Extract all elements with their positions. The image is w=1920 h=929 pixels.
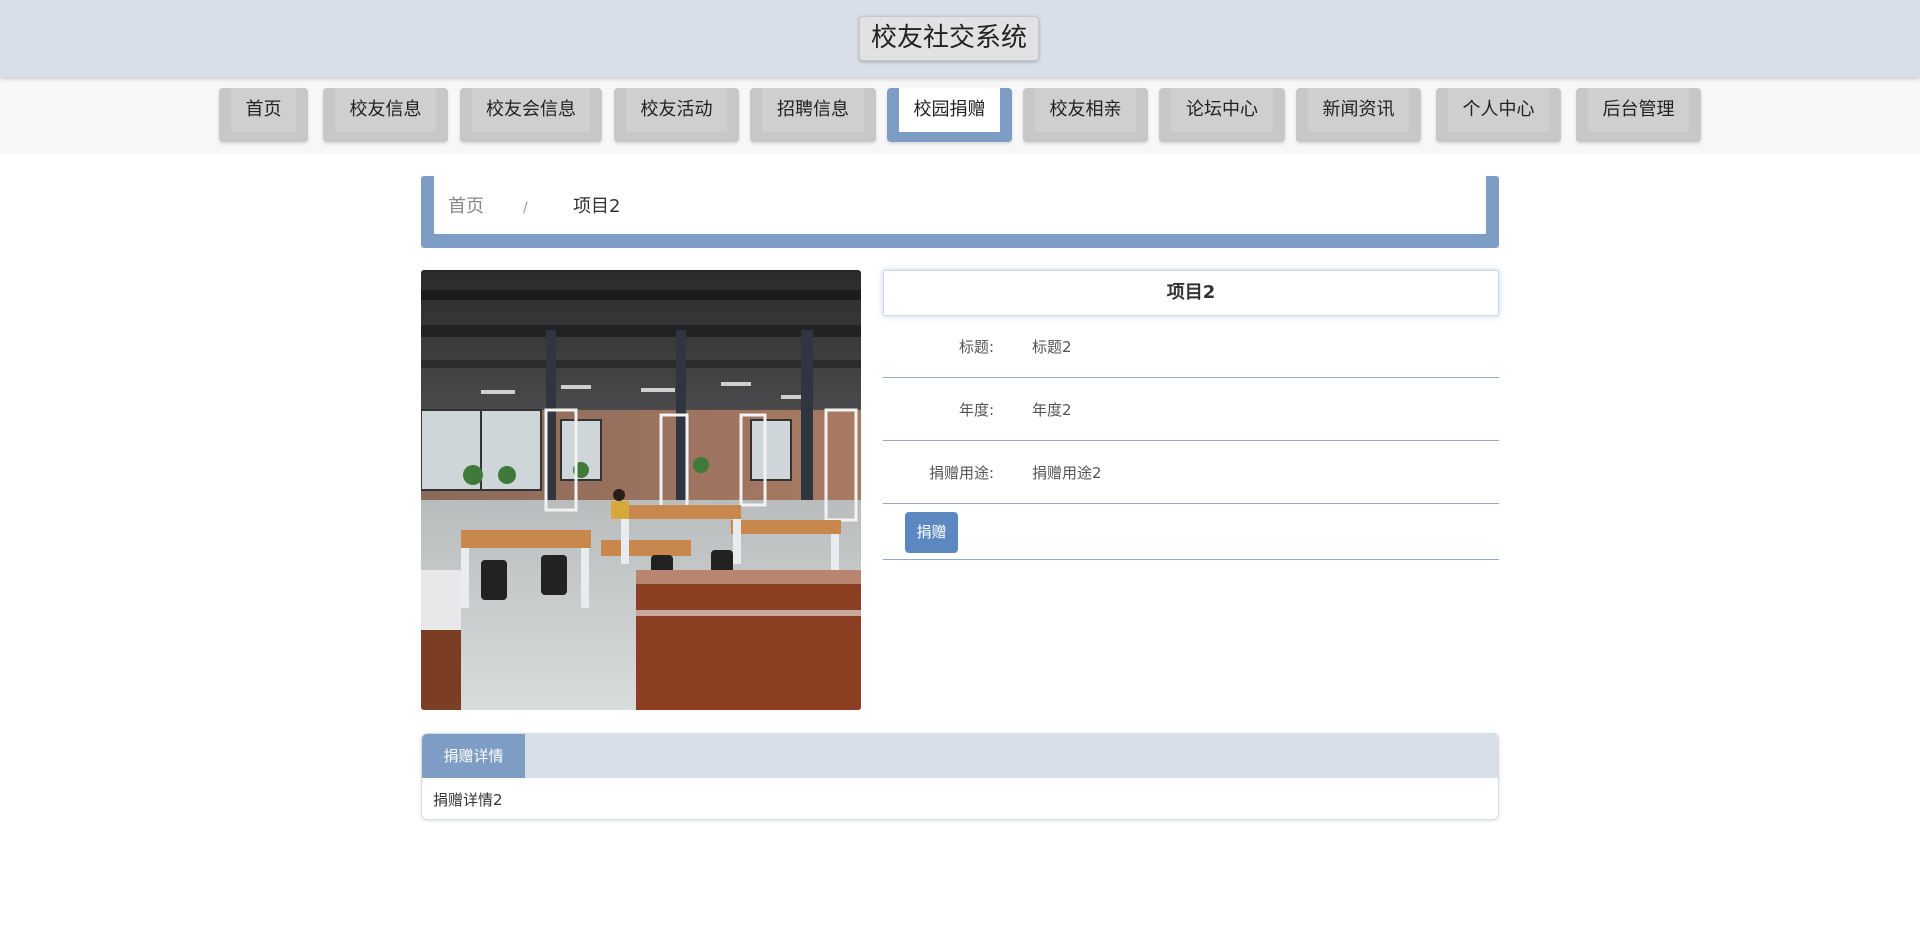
donation-details-panel: 捐赠详情 捐赠详情2 — [421, 733, 1499, 820]
nav-item-label: 首页 — [231, 88, 296, 132]
nav-item-home[interactable]: 首页 — [219, 88, 308, 142]
main-nav: 首页 校友信息 校友会信息 校友活动 招聘信息 校园捐赠 校友相亲 论坛中心 新… — [0, 77, 1920, 154]
nav-item-alumni-association[interactable]: 校友会信息 — [460, 88, 602, 142]
project-photo — [421, 270, 861, 710]
nav-item-label: 校友相亲 — [1035, 88, 1136, 132]
tab-bar: 捐赠详情 — [422, 734, 1498, 778]
field-label: 年度: — [958, 401, 994, 419]
nav-item-alumni-activities[interactable]: 校友活动 — [614, 88, 739, 142]
field-label: 捐赠用途: — [928, 464, 994, 482]
nav-item-alumni-info[interactable]: 校友信息 — [323, 88, 448, 142]
nav-item-label: 校园捐赠 — [899, 88, 1000, 132]
nav-item-personal-center[interactable]: 个人中心 — [1436, 88, 1561, 142]
office-photo-illustration — [421, 270, 861, 710]
action-row: 捐赠 — [883, 505, 1499, 560]
site-header: 校友社交系统 — [0, 0, 1920, 77]
nav-item-label: 校友会信息 — [472, 88, 590, 132]
nav-item-label: 新闻资讯 — [1308, 88, 1409, 132]
detail-title: 项目2 — [883, 270, 1499, 316]
field-value: 年度2 — [1032, 401, 1072, 419]
field-row-title: 标题: 标题2 — [883, 316, 1499, 378]
nav-item-label: 校友活动 — [626, 88, 727, 132]
nav-item-label: 招聘信息 — [762, 88, 864, 132]
nav-item-campus-donation[interactable]: 校园捐赠 — [887, 88, 1012, 142]
nav-item-alumni-dating[interactable]: 校友相亲 — [1023, 88, 1148, 142]
site-title: 校友社交系统 — [859, 16, 1040, 61]
tab-donation-details[interactable]: 捐赠详情 — [422, 734, 525, 778]
nav-item-recruitment[interactable]: 招聘信息 — [750, 88, 876, 142]
nav-item-label: 个人中心 — [1448, 88, 1549, 132]
field-value: 标题2 — [1032, 338, 1072, 356]
field-label: 标题: — [958, 338, 994, 356]
nav-item-admin[interactable]: 后台管理 — [1576, 88, 1701, 142]
breadcrumb-separator: / — [523, 200, 528, 216]
breadcrumb-home-link[interactable]: 首页 — [448, 196, 484, 218]
nav-item-label: 论坛中心 — [1171, 88, 1273, 132]
breadcrumb-current: 项目2 — [573, 196, 621, 217]
nav-item-label: 校友信息 — [335, 88, 436, 132]
field-row-purpose: 捐赠用途: 捐赠用途2 — [883, 442, 1499, 504]
nav-item-label: 后台管理 — [1588, 88, 1689, 132]
donate-button[interactable]: 捐赠 — [905, 512, 958, 553]
tab-content: 捐赠详情2 — [433, 791, 503, 809]
field-row-year: 年度: 年度2 — [883, 379, 1499, 441]
nav-item-forum[interactable]: 论坛中心 — [1159, 88, 1285, 142]
nav-item-news[interactable]: 新闻资讯 — [1296, 88, 1421, 142]
field-value: 捐赠用途2 — [1032, 464, 1102, 482]
